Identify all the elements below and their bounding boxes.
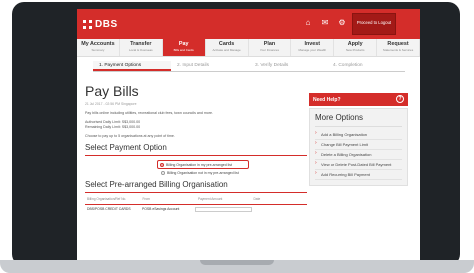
dbs-logo-text: DBS	[95, 18, 118, 30]
settings-icon[interactable]: ⚙	[337, 18, 347, 28]
nav-subtitle: Your Finances	[259, 48, 279, 52]
table-row[interactable]: DBS/POSB CREDIT CARDS POSB eSavings Acco…	[85, 204, 307, 212]
table-header: Billing Organisation/Ref No. From Paymen…	[85, 197, 307, 201]
nav-cards[interactable]: Cards Activate and Manage	[206, 39, 249, 56]
section-payment-option: Select Payment Option	[85, 143, 167, 152]
radio-not-pre-arranged[interactable]: Billing Organisation not in my pre-arran…	[161, 169, 307, 176]
nav-transfer[interactable]: Transfer Local & Overseas	[120, 39, 163, 56]
radio-unchecked-icon[interactable]	[161, 170, 165, 175]
cell-billing-org: DBS/POSB CREDIT CARDS	[87, 207, 131, 211]
intro-text: Pay bills online including utilities, re…	[85, 111, 214, 115]
nav-request[interactable]: Request Statements & Services	[377, 39, 420, 56]
nav-subtitle: Manage your Wealth	[298, 48, 327, 52]
section-billing-org: Select Pre-arranged Billing Organisation	[85, 180, 228, 189]
laptop-base	[0, 260, 474, 273]
step-completion: 4. Completion	[333, 63, 363, 68]
option-add-recurring[interactable]: Add Recurring Bill Payment	[315, 170, 402, 180]
more-options-panel: More Options Add a Billing Organisation …	[309, 108, 408, 186]
col-amount: Payment Amount	[198, 197, 223, 201]
option-add-billing-org[interactable]: Add a Billing Organisation	[315, 130, 402, 140]
nav-my-accounts[interactable]: My Accounts Summary	[77, 39, 120, 56]
payment-amount-input[interactable]	[195, 207, 252, 212]
home-icon[interactable]: ⌂	[303, 18, 313, 28]
nav-title: My Accounts	[81, 41, 115, 47]
radio-label: Billing Organisation in my pre-arranged …	[166, 162, 232, 167]
choose-note: Choose to pay up to 5 organisations at a…	[85, 134, 175, 138]
dbs-logo-mark-icon	[83, 19, 92, 29]
remaining-limit: Remaining Daily Limit: S$3,000.00	[85, 125, 141, 129]
nav-pay[interactable]: Pay Bills and Cards	[162, 39, 206, 56]
nav-title: Cards	[218, 41, 235, 47]
laptop-notch	[200, 260, 274, 265]
page-title: Pay Bills	[85, 83, 139, 99]
timestamp: 21 Jul 2017 - 02:56 PM Singapore	[85, 102, 137, 106]
option-view-post-dated[interactable]: View or Delete Post-Dated Bill Payment	[315, 160, 402, 170]
step-input-details: 2. Input Details	[177, 63, 209, 68]
nav-subtitle: Summary	[91, 48, 105, 52]
option-delete-billing-org[interactable]: Delete a Billing Organisation	[315, 150, 402, 160]
radio-label: Billing Organisation not in my pre-arran…	[167, 170, 239, 175]
cell-from[interactable]: POSB eSavings Account	[140, 207, 195, 212]
nav-plan[interactable]: Plan Your Finances	[249, 39, 292, 56]
nav-subtitle: Statements & Services	[382, 48, 414, 52]
header-icons: ⌂ ✉ ⚙	[303, 18, 347, 28]
nav-title: Pay	[178, 41, 189, 47]
more-options-title: More Options	[315, 112, 402, 127]
help-icon[interactable]: ?	[396, 95, 404, 103]
logout-button[interactable]: Proceed to Logout	[352, 13, 396, 35]
section-divider	[85, 192, 307, 193]
need-help-bar[interactable]: Need Help? ?	[309, 93, 408, 106]
nav-subtitle: New Products	[345, 48, 365, 52]
main-content: Pay Bills 21 Jul 2017 - 02:56 PM Singapo…	[85, 83, 307, 212]
col-billing-org: Billing Organisation/Ref No.	[87, 197, 127, 201]
nav-title: Invest	[304, 41, 321, 47]
section-divider	[85, 155, 307, 156]
nav-title: Request	[387, 41, 409, 47]
step-verify-details: 3. Verify Details	[255, 63, 289, 68]
selected-option-highlight: Billing Organisation in my pre-arranged …	[157, 160, 249, 169]
step-payment-options: 1. Payment Options	[93, 61, 171, 71]
nav-subtitle: Bills and Cards	[173, 48, 194, 52]
cell-date[interactable]	[252, 207, 307, 212]
nav-title: Apply	[347, 41, 363, 47]
main-nav: My Accounts Summary Transfer Local & Ove…	[77, 39, 420, 57]
sidebar: Need Help? ? More Options Add a Billing …	[309, 93, 408, 186]
nav-invest[interactable]: Invest Manage your Wealth	[291, 39, 335, 56]
nav-title: Transfer	[130, 41, 152, 47]
nav-title: Plan	[263, 41, 276, 47]
col-from: From	[142, 197, 150, 201]
dbs-logo[interactable]: DBS	[83, 17, 118, 31]
col-date: Date	[253, 197, 261, 201]
mail-icon[interactable]: ✉	[320, 18, 330, 28]
nav-subtitle: Activate and Manage	[212, 48, 241, 52]
nav-subtitle: Local & Overseas	[128, 48, 153, 52]
need-help-label: Need Help?	[313, 97, 341, 103]
radio-checked-icon[interactable]	[160, 162, 164, 167]
option-change-limit[interactable]: Change Bill Payment Limit	[315, 140, 402, 150]
progress-steps: 1. Payment Options 2. Input Details 3. V…	[93, 61, 405, 72]
nav-apply[interactable]: Apply New Products	[334, 39, 378, 56]
browser-screen: DBS ⌂ ✉ ⚙ Proceed to Logout My Accounts …	[77, 9, 420, 265]
laptop-frame: DBS ⌂ ✉ ⚙ Proceed to Logout My Accounts …	[12, 2, 460, 266]
radio-pre-arranged[interactable]: Billing Organisation in my pre-arranged …	[160, 161, 246, 168]
top-header: DBS ⌂ ✉ ⚙ Proceed to Logout	[77, 9, 420, 39]
